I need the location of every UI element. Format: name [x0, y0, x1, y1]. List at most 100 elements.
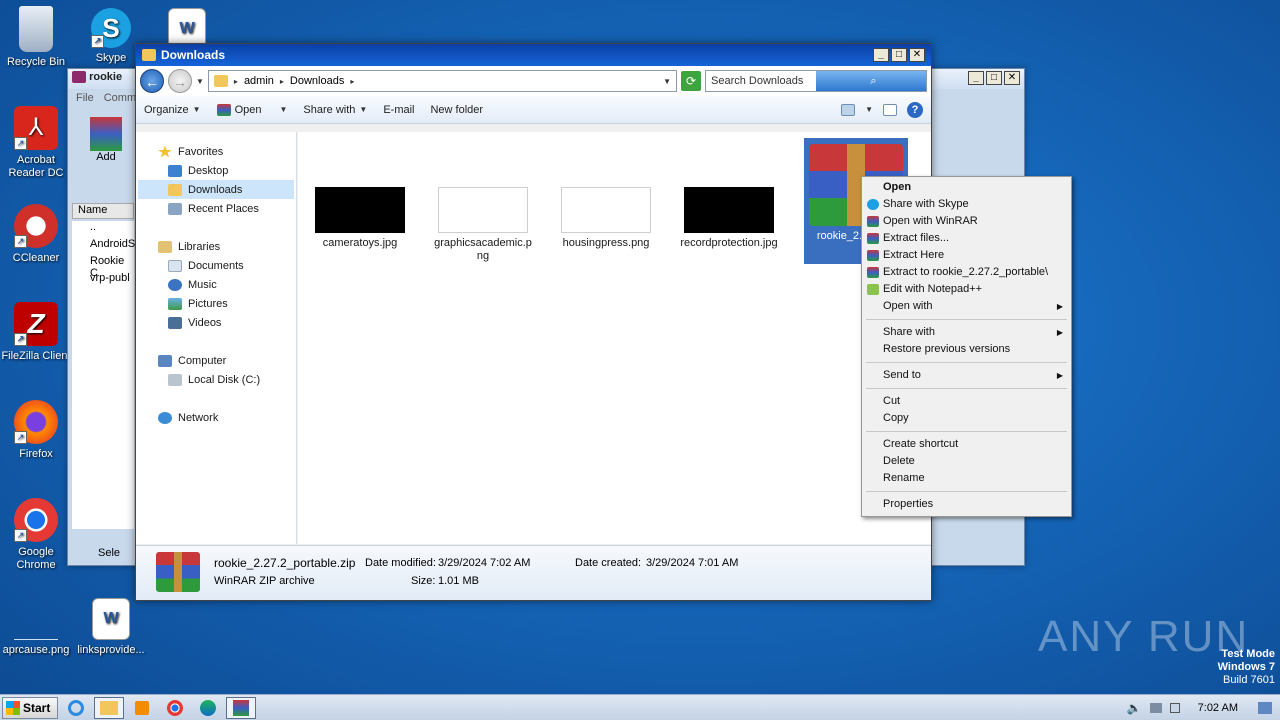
close-button[interactable]: ✕: [1004, 71, 1020, 85]
minimize-button[interactable]: _: [873, 48, 889, 62]
nav-libraries[interactable]: Libraries: [158, 237, 220, 256]
nav-computer[interactable]: Computer: [158, 351, 226, 370]
menu-item-cut[interactable]: Cut: [864, 393, 1069, 410]
menu-item-open[interactable]: Open: [864, 179, 1069, 196]
menu-item-restore-previous-versions[interactable]: Restore previous versions: [864, 341, 1069, 358]
maximize-button[interactable]: □: [891, 48, 907, 62]
desktop-icon-acrobat[interactable]: ⅄ ↗ Acrobat Reader DC: [0, 106, 72, 180]
menu-item-extract-here[interactable]: Extract Here: [864, 247, 1069, 264]
menu-item-send-to[interactable]: Send to ▶: [864, 367, 1069, 384]
nav-desktop[interactable]: Desktop: [168, 161, 228, 180]
share-with-button[interactable]: Share with ▼: [303, 104, 367, 116]
list-item[interactable]: Rookie C: [72, 255, 134, 279]
network-tray-icon[interactable]: [1149, 702, 1162, 713]
taskbar-edge[interactable]: [193, 697, 223, 719]
explorer-window[interactable]: Downloads _ □ ✕ ← → ▼ ▸ admin ▸ Download…: [135, 43, 932, 601]
search-icon[interactable]: ⌕: [816, 71, 926, 91]
menu-item-edit-with-notepad[interactable]: Edit with Notepad++: [864, 281, 1069, 298]
breadcrumb-downloads[interactable]: Downloads: [290, 75, 344, 87]
nav-videos[interactable]: Videos: [168, 313, 221, 332]
show-desktop-icon[interactable]: [1258, 701, 1272, 714]
menu-commands[interactable]: Comm: [104, 92, 136, 104]
winrar-add-button[interactable]: Add: [90, 117, 122, 163]
shortcut-arrow-icon: ↗: [14, 431, 27, 444]
taskbar-explorer[interactable]: [94, 696, 124, 719]
nav-label: Music: [188, 278, 217, 291]
column-header-name[interactable]: Name: [72, 203, 134, 219]
maximize-button[interactable]: □: [986, 71, 1002, 85]
desktop-icon-firefox[interactable]: ↗ Firefox: [0, 400, 72, 461]
preview-pane-icon[interactable]: [883, 103, 897, 116]
desktop-icon-aprcause[interactable]: aprcause.png: [0, 598, 72, 657]
nav-music[interactable]: Music: [168, 275, 217, 294]
nav-documents[interactable]: Documents: [168, 256, 244, 275]
menu-item-label: Cut: [883, 395, 901, 407]
email-button[interactable]: E-mail: [383, 104, 414, 116]
menu-item-extract-files[interactable]: Extract files...: [864, 230, 1069, 247]
organize-button[interactable]: Organize ▼: [144, 104, 201, 116]
list-item[interactable]: ..: [72, 221, 134, 238]
list-item[interactable]: vrp-publ: [72, 272, 134, 289]
close-button[interactable]: ✕: [909, 48, 925, 62]
open-button[interactable]: Open ▼: [216, 103, 287, 116]
menu-item-share-with[interactable]: Share with ▶: [864, 324, 1069, 341]
image-thumbnail: [315, 187, 405, 233]
menu-item-share-with-skype[interactable]: Share with Skype: [864, 196, 1069, 213]
taskbar-chrome[interactable]: [160, 697, 190, 719]
menu-item-extract-to[interactable]: Extract to rookie_2.27.2_portable\: [864, 264, 1069, 281]
help-icon[interactable]: ?: [907, 101, 923, 118]
image-thumbnail: [438, 187, 528, 233]
nav-downloads[interactable]: Downloads: [138, 180, 294, 199]
address-bar[interactable]: ▸ admin ▸ Downloads ▸ ▼: [207, 70, 677, 92]
nav-network[interactable]: Network: [158, 408, 218, 427]
file-item[interactable]: housingpress.png: [556, 187, 656, 250]
desktop-icon-chrome[interactable]: ↗ Google Chrome: [0, 498, 72, 572]
file-item[interactable]: graphicsacademic.png: [433, 187, 533, 263]
chevron-right-icon[interactable]: ▸: [350, 77, 354, 86]
menu-item-properties[interactable]: Properties: [864, 496, 1069, 513]
recent-pages-dropdown-icon[interactable]: ▼: [196, 77, 204, 86]
back-button[interactable]: ←: [140, 69, 164, 93]
refresh-button[interactable]: ⟳: [681, 71, 701, 91]
taskbar-ie[interactable]: [61, 697, 91, 719]
nav-favorites[interactable]: Favorites: [158, 142, 223, 161]
menu-item-label: Share with Skype: [883, 198, 969, 210]
desktop-icon-label: Recycle Bin: [6, 56, 66, 68]
change-view-icon[interactable]: [841, 103, 856, 116]
menu-item-open-with-winrar[interactable]: Open with WinRAR: [864, 213, 1069, 230]
start-button[interactable]: Start: [2, 696, 58, 719]
details-created-label: Date created:: [575, 557, 642, 569]
menu-item-rename[interactable]: Rename: [864, 470, 1069, 487]
chevron-right-icon[interactable]: ▸: [280, 77, 284, 86]
menu-item-copy[interactable]: Copy: [864, 410, 1069, 427]
taskbar-winrar[interactable]: [226, 696, 256, 719]
menu-file[interactable]: File: [76, 92, 94, 104]
forward-button[interactable]: →: [168, 69, 192, 93]
nav-pictures[interactable]: Pictures: [168, 294, 228, 313]
file-item[interactable]: recordprotection.jpg: [679, 187, 779, 250]
minimize-button[interactable]: _: [968, 71, 984, 85]
search-box[interactable]: Search Downloads ⌕: [705, 70, 927, 92]
menu-item-create-shortcut[interactable]: Create shortcut: [864, 436, 1069, 453]
new-folder-button[interactable]: New folder: [430, 104, 483, 116]
breadcrumb-admin[interactable]: admin: [244, 75, 274, 87]
desktop-icon-ccleaner[interactable]: ↗ CCleaner: [0, 204, 72, 265]
volume-icon[interactable]: 🔈: [1127, 701, 1142, 715]
chevron-down-icon[interactable]: ▼: [865, 105, 873, 114]
address-dropdown-icon[interactable]: ▼: [663, 77, 671, 86]
explorer-titlebar[interactable]: Downloads _ □ ✕: [136, 44, 931, 66]
menu-item-delete[interactable]: Delete: [864, 453, 1069, 470]
taskbar-media-player[interactable]: [127, 697, 157, 719]
desktop-icon-linksprovide[interactable]: W linksprovide...: [75, 598, 147, 657]
search-input[interactable]: Search Downloads: [706, 75, 816, 87]
list-item[interactable]: AndroidS: [72, 238, 135, 255]
file-item[interactable]: cameratoys.jpg: [310, 187, 410, 250]
nav-recent-places[interactable]: Recent Places: [168, 199, 259, 218]
flag-icon[interactable]: [1169, 702, 1180, 713]
desktop-icon-filezilla[interactable]: Z ↗ FileZilla Client: [0, 302, 72, 363]
menu-item-open-with[interactable]: Open with ▶: [864, 298, 1069, 315]
nav-local-disk[interactable]: Local Disk (C:): [168, 370, 260, 389]
desktop-icon-recycle-bin[interactable]: Recycle Bin: [0, 6, 72, 69]
clock[interactable]: 7:02 AM: [1198, 702, 1238, 714]
chevron-right-icon[interactable]: ▸: [234, 77, 238, 86]
